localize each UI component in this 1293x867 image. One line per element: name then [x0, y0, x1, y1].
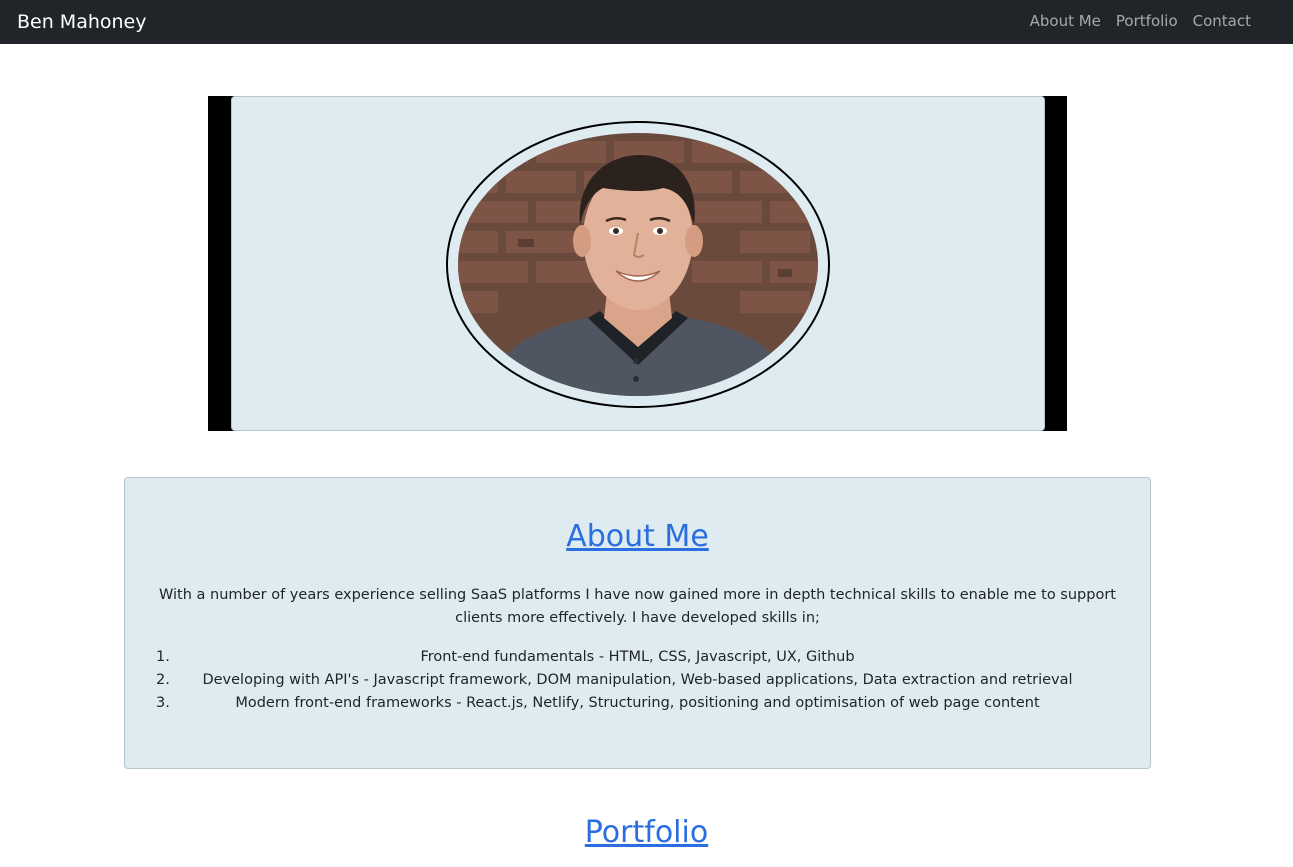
nav-link-portfolio[interactable]: Portfolio: [1116, 11, 1178, 31]
about-me-card: About Me With a number of years experien…: [124, 477, 1151, 769]
list-item: 3. Modern front-end frameworks - React.j…: [149, 692, 1126, 715]
nav-link-about-me[interactable]: About Me: [1030, 11, 1101, 31]
portfolio-heading-link[interactable]: Portfolio: [0, 815, 1293, 851]
list-item-number: 3.: [156, 695, 170, 711]
nav-link-contact[interactable]: Contact: [1193, 11, 1251, 31]
list-item: 2. Developing with API's - Javascript fr…: [149, 669, 1126, 692]
list-item-number: 1.: [156, 649, 170, 665]
brand-link[interactable]: Ben Mahoney: [17, 10, 146, 34]
portrait-frame: [446, 121, 830, 408]
nav-links: About Me Portfolio Contact: [1030, 11, 1251, 31]
list-item-number: 2.: [156, 672, 170, 688]
list-item: 1. Front-end fundamentals - HTML, CSS, J…: [149, 646, 1126, 669]
navbar: Ben Mahoney About Me Portfolio Contact: [0, 0, 1293, 44]
list-item-text: Modern front-end frameworks - React.js, …: [235, 695, 1040, 711]
about-me-heading-link[interactable]: About Me: [125, 519, 1150, 555]
hero-card: [231, 96, 1045, 431]
about-intro-text: With a number of years experience sellin…: [159, 587, 1116, 626]
profile-photo: [458, 133, 818, 396]
skills-list: 1. Front-end fundamentals - HTML, CSS, J…: [149, 646, 1126, 715]
list-item-text: Front-end fundamentals - HTML, CSS, Java…: [420, 649, 855, 665]
list-item-text: Developing with API's - Javascript frame…: [202, 672, 1073, 688]
